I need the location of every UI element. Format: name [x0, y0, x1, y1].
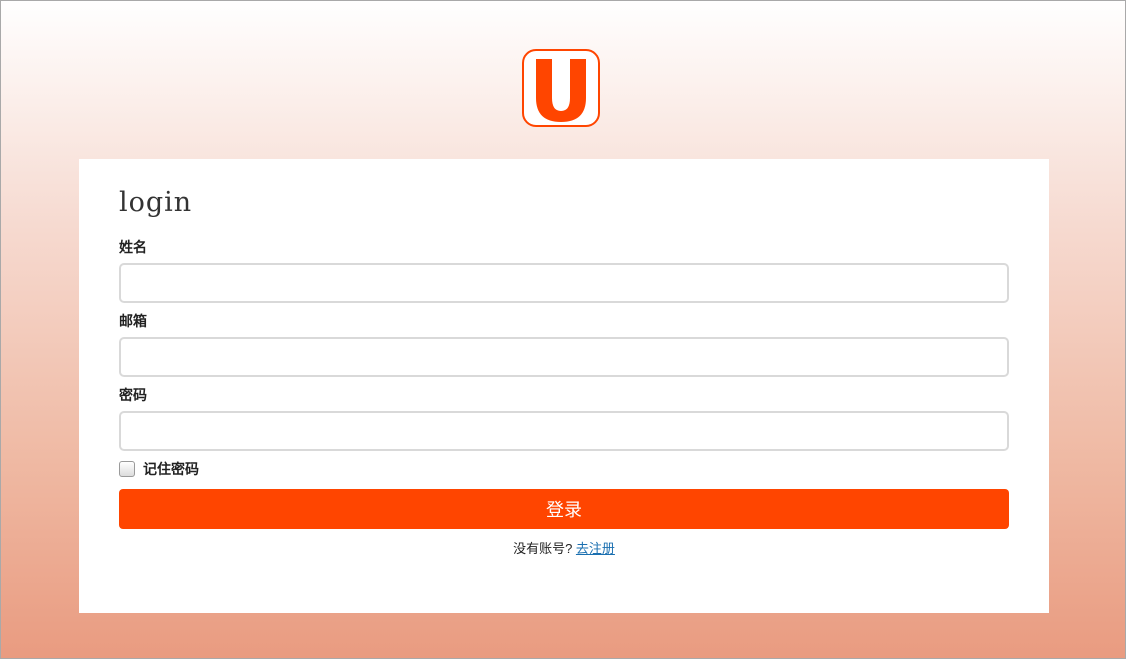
password-input[interactable]: [119, 411, 1009, 451]
password-label: 密码: [119, 387, 147, 403]
name-input[interactable]: [119, 263, 1009, 303]
login-button[interactable]: 登录: [119, 489, 1009, 529]
remember-me[interactable]: 记住密码: [119, 459, 199, 479]
email-label: 邮箱: [119, 313, 147, 329]
signup-row: 没有账号? 去注册: [119, 538, 1009, 557]
page-title: login: [119, 187, 193, 218]
remember-label: 记住密码: [143, 461, 199, 477]
name-label: 姓名: [119, 239, 147, 255]
signup-link[interactable]: 去注册: [576, 541, 615, 556]
signup-prompt: 没有账号?: [513, 541, 573, 556]
remember-checkbox[interactable]: [119, 461, 135, 477]
login-card: login 姓名 邮箱 密码 记住密码 登录 没有账号? 去注册: [79, 159, 1049, 613]
email-input[interactable]: [119, 337, 1009, 377]
app-logo: [522, 49, 600, 127]
logo-u-icon: [536, 59, 586, 122]
